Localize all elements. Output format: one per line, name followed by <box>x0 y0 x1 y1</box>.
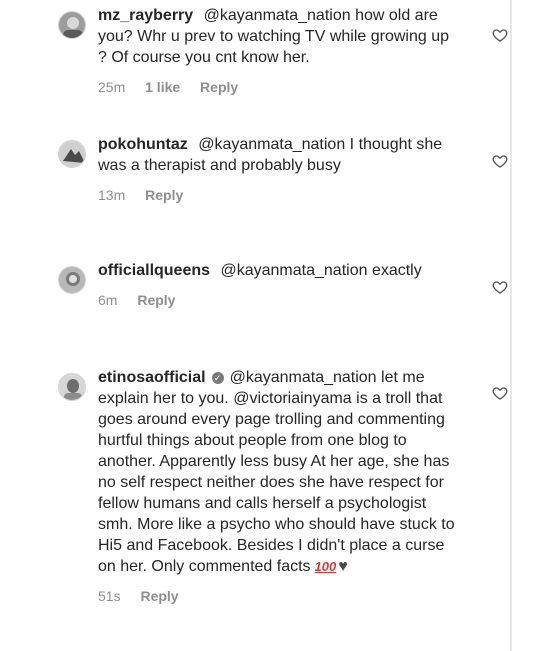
verified-icon: ✓ <box>211 372 224 384</box>
avatar-icon <box>59 12 85 38</box>
black-heart-icon: ♥ <box>338 558 348 575</box>
comment-meta: 51s Reply <box>98 587 458 605</box>
comment-time: 25m <box>98 79 126 95</box>
avatar[interactable] <box>58 266 86 294</box>
comment-body: pokohuntaz @kayanmata_nation I thought s… <box>98 134 458 204</box>
reply-button[interactable]: Reply <box>145 187 183 203</box>
heart-outline-icon[interactable] <box>492 279 508 295</box>
comment-time: 51s <box>98 588 121 604</box>
comment-username[interactable]: etinosaofficial <box>98 369 206 386</box>
reply-button[interactable]: Reply <box>137 292 175 308</box>
panel-border <box>510 0 512 651</box>
comment-text: pokohuntaz @kayanmata_nation I thought s… <box>98 134 458 176</box>
comment-message: exactly <box>371 262 422 279</box>
comment-time: 13m <box>98 187 126 203</box>
comments-panel: mz_rayberry @kayanmata_nation how old ar… <box>0 0 548 651</box>
avatar[interactable] <box>58 373 86 401</box>
comment-meta: 6m Reply <box>98 291 458 309</box>
comment-body: officiallqueens @kayanmata_nation exactl… <box>98 260 458 309</box>
comment-body: etinosaofficial ✓ @kayanmata_nation let me… <box>98 367 458 605</box>
hundred-points-icon: 100 <box>314 559 337 574</box>
comment-body: mz_rayberry @kayanmata_nation how old ar… <box>98 5 458 96</box>
avatar[interactable] <box>58 140 86 168</box>
avatar-icon <box>59 374 85 400</box>
comment-mention[interactable]: @kayanmata_nation <box>230 369 377 386</box>
comment-likes[interactable]: 1 like <box>145 79 180 95</box>
comment-username[interactable]: pokohuntaz <box>98 136 188 153</box>
comment-mention[interactable]: @kayanmata_nation <box>198 136 345 153</box>
heart-outline-icon[interactable] <box>492 27 508 43</box>
comment-mention[interactable]: @kayanmata_nation <box>220 262 367 279</box>
avatar[interactable] <box>58 11 86 39</box>
comment-text: officiallqueens @kayanmata_nation exactl… <box>98 260 458 281</box>
reply-button[interactable]: Reply <box>200 79 238 95</box>
comment-username[interactable]: mz_rayberry <box>98 7 193 24</box>
comment-text: etinosaofficial ✓ @kayanmata_nation let me… <box>98 367 458 577</box>
comment-mention-secondary[interactable]: @victoriainyama <box>233 390 352 407</box>
comment-meta: 25m 1 like Reply <box>98 78 458 96</box>
comment-meta: 13m Reply <box>98 186 458 204</box>
comment-time: 6m <box>98 292 118 308</box>
avatar-icon <box>59 267 85 293</box>
comment-text: mz_rayberry @kayanmata_nation how old ar… <box>98 5 458 68</box>
heart-outline-icon[interactable] <box>492 153 508 169</box>
avatar-icon <box>59 141 85 167</box>
comment-mention[interactable]: @kayanmata_nation <box>204 7 351 24</box>
comment-message-continued: is a troll that goes around every page t… <box>98 390 455 575</box>
heart-outline-icon[interactable] <box>492 385 508 401</box>
comment-username[interactable]: officiallqueens <box>98 262 210 279</box>
reply-button[interactable]: Reply <box>140 588 178 604</box>
